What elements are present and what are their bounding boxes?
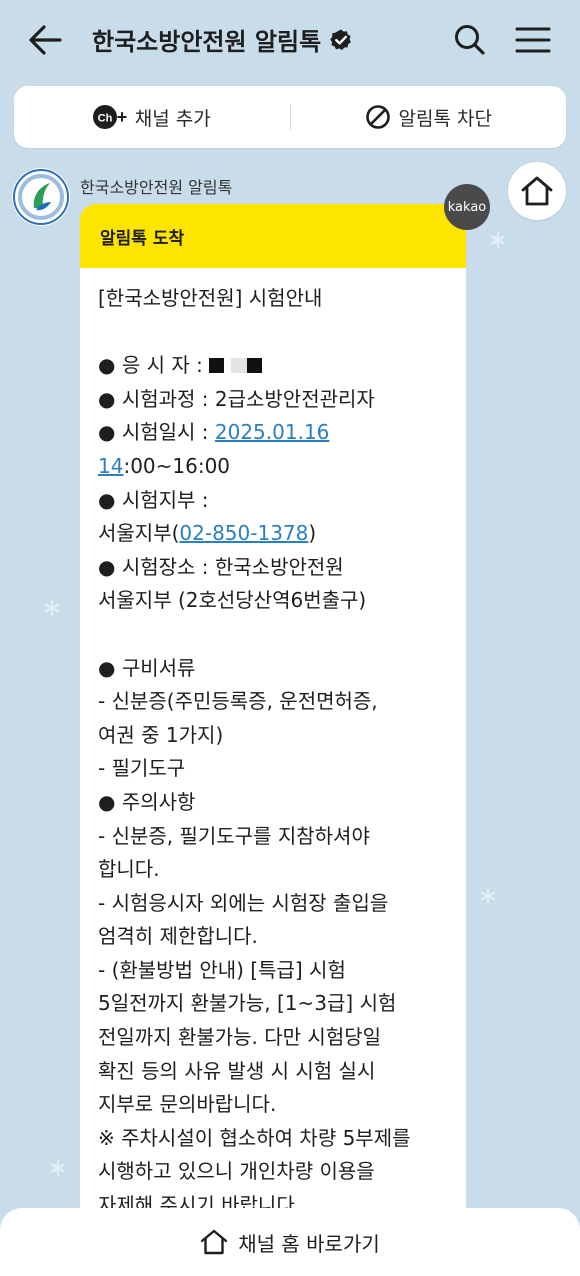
bullet: ● bbox=[98, 420, 116, 445]
date-link[interactable]: 2025.01.16 bbox=[215, 420, 330, 444]
docs-line: - 신분증(주민등록증, 운전면허증, bbox=[98, 689, 378, 714]
page-title: 한국소방안전원 알림톡 bbox=[92, 28, 322, 56]
notice-line: 시행하고 있으니 개인차량 이용을 bbox=[98, 1159, 375, 1184]
notice-line: 합니다. bbox=[98, 857, 160, 882]
applicant-line: ● 응 시 자 : bbox=[98, 349, 458, 383]
search-icon bbox=[455, 25, 485, 55]
notice-line: 지부로 문의바랍니다. bbox=[98, 1092, 277, 1117]
channel-logo-icon bbox=[13, 169, 69, 225]
notice-line: - 신분증, 필기도구를 지참하셔야 bbox=[98, 823, 370, 848]
bullet: ● bbox=[98, 789, 116, 814]
channel-home-button[interactable]: 채널 홈 바로가기 bbox=[0, 1208, 580, 1276]
menu-button[interactable] bbox=[512, 20, 554, 60]
home-icon bbox=[521, 176, 553, 206]
time-rest: :00~16:00 bbox=[123, 453, 231, 478]
message-title: [한국소방안전원] 시험안내 bbox=[98, 286, 323, 310]
notice-line: 5일전까지 환불가능, [1~3급] 시험 bbox=[98, 991, 397, 1016]
venue-line: ● 시험장소 : 한국소방안전원 bbox=[98, 551, 458, 585]
add-channel-plus-text: + bbox=[117, 107, 127, 127]
notice-title-line: ● 주의사항 bbox=[98, 786, 458, 820]
channel-home-float-button[interactable] bbox=[508, 162, 566, 220]
redaction-mark bbox=[246, 358, 262, 374]
notice-line: 엄격히 제한합니다. bbox=[98, 924, 258, 949]
block-notification-label: 알림톡 차단 bbox=[398, 107, 492, 130]
venue-text: 시험장소 : 한국소방안전원 bbox=[121, 554, 344, 579]
branch-phone-link[interactable]: 02-850-1378 bbox=[179, 521, 308, 545]
bullet: ● bbox=[98, 655, 116, 680]
add-channel-badge-text: Ch bbox=[97, 113, 112, 125]
block-icon bbox=[365, 105, 390, 129]
bullet: ● bbox=[98, 386, 116, 411]
date-line-continued: 14:00~16:00 bbox=[98, 450, 458, 484]
snowflake-icon bbox=[491, 232, 505, 248]
add-channel-button[interactable]: Ch + 채널 추가 bbox=[14, 86, 290, 148]
branch-prefix: 서울지부( bbox=[98, 521, 180, 546]
kakao-badge: kakao bbox=[444, 184, 490, 230]
docs-line: - 필기도구 bbox=[98, 756, 186, 781]
message-body: [한국소방안전원] 시험안내 ● 응 시 자 : ● 시험과정 : 2급소방안전… bbox=[98, 282, 458, 1223]
channel-action-card: Ch + 채널 추가 알림톡 차단 bbox=[14, 86, 566, 148]
title-group: 한국소방안전원 알림톡 bbox=[92, 22, 353, 57]
top-bar: 한국소방안전원 알림톡 bbox=[0, 0, 580, 80]
bubble-header: 알림톡 도착 bbox=[80, 204, 466, 268]
time-link[interactable]: 14 bbox=[98, 454, 123, 478]
branch-label: 시험지부 : bbox=[121, 487, 209, 512]
sender-name: 한국소방안전원 알림톡 bbox=[80, 178, 233, 197]
applicant-label: 응 시 자 : bbox=[121, 353, 203, 378]
search-button[interactable] bbox=[450, 20, 490, 60]
add-channel-icon: Ch + bbox=[92, 105, 127, 129]
redaction-mark bbox=[230, 358, 247, 374]
docs-title: 구비서류 bbox=[121, 655, 196, 680]
back-button[interactable] bbox=[24, 20, 68, 60]
notice-line: ※ 주차시설이 협소하여 차량 5부제를 bbox=[98, 1125, 411, 1150]
course-line: ● 시험과정 : 2급소방안전관리자 bbox=[98, 383, 458, 417]
menu-icon bbox=[515, 27, 551, 53]
block-notification-button[interactable]: 알림톡 차단 bbox=[291, 86, 567, 148]
docs-line: 여권 중 1가지) bbox=[98, 722, 224, 747]
redaction-mark bbox=[209, 358, 225, 374]
snowflake-icon bbox=[481, 888, 495, 904]
bullet: ● bbox=[98, 487, 116, 512]
verified-badge-icon bbox=[330, 29, 352, 50]
branch-suffix: ) bbox=[308, 521, 317, 546]
notice-line: 전일까지 환불가능. 다만 시험당일 bbox=[98, 1025, 382, 1050]
add-channel-label: 채널 추가 bbox=[134, 107, 211, 130]
notice-line: - 시험응시자 외에는 시험장 출입을 bbox=[98, 890, 389, 915]
date-label: 시험일시 : bbox=[121, 420, 209, 445]
notice-title: 주의사항 bbox=[121, 789, 196, 814]
notice-line: - (환불방법 안내) [특급] 시험 bbox=[98, 957, 346, 982]
bullet: ● bbox=[98, 353, 116, 378]
branch-name-line: 서울지부(02-850-1378) bbox=[98, 517, 458, 551]
snowflake-icon bbox=[45, 600, 59, 616]
channel-avatar[interactable] bbox=[12, 168, 70, 226]
home-icon bbox=[201, 1229, 228, 1255]
bullet: ● bbox=[98, 554, 116, 579]
date-line: ● 시험일시 : 2025.01.16 bbox=[98, 416, 458, 450]
snowflake-icon bbox=[51, 1160, 65, 1176]
course-text: 시험과정 : 2급소방안전관리자 bbox=[121, 386, 375, 411]
back-arrow-icon bbox=[29, 25, 62, 55]
branch-line: ● 시험지부 : bbox=[98, 484, 458, 518]
docs-title-line: ● 구비서류 bbox=[98, 652, 458, 686]
notice-line: 확진 등의 사유 발생 시 시험 실시 bbox=[98, 1058, 376, 1083]
channel-home-label: 채널 홈 바로가기 bbox=[238, 1231, 380, 1256]
message-bubble: 알림톡 도착 [한국소방안전원] 시험안내 ● 응 시 자 : ● 시험과정 :… bbox=[80, 204, 466, 1264]
venue-line-continued: 서울지부 (2호선당산역6번출구) bbox=[98, 588, 367, 613]
